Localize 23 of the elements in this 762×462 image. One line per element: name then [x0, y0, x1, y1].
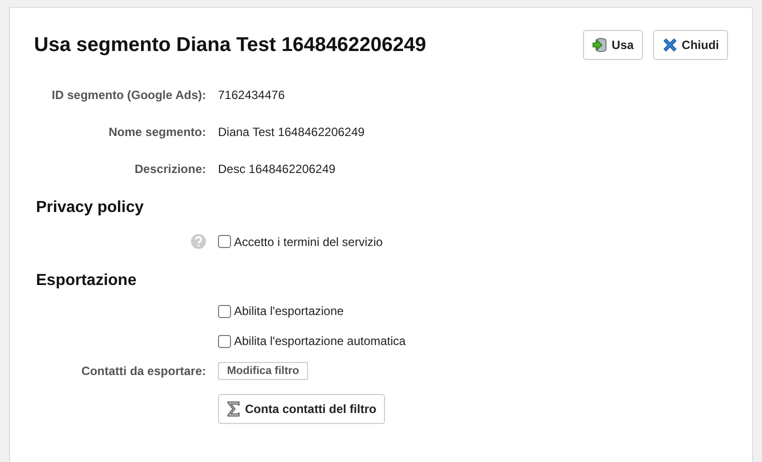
field-value: Diana Test 1648462206249 [218, 124, 365, 138]
field-label: Nome segmento: [108, 124, 207, 138]
use-button[interactable]: Usa [582, 30, 643, 60]
field-value: 7162434476 [218, 88, 285, 102]
close-icon [662, 37, 678, 53]
field-label: ID segmento (Google Ads): [50, 88, 207, 102]
section-heading: Esportazione [36, 272, 138, 290]
field-value: Desc 1648462206249 [218, 162, 336, 176]
checkbox-label: Accetto i termini del servizio [234, 234, 383, 248]
field-label: Contatti da esportare: [80, 364, 207, 378]
count-contacts-button[interactable]: Conta contatti del filtro [218, 394, 386, 424]
close-button[interactable]: Chiudi [652, 30, 728, 60]
page-title: Usa segmento Diana Test 1648462206249 [34, 34, 426, 56]
edit-filter-button[interactable]: Modifica filtro [218, 362, 308, 380]
checkbox[interactable] [218, 304, 231, 318]
database-arrow-icon [592, 37, 608, 53]
checkbox[interactable] [218, 235, 231, 248]
field-label: Descrizione: [134, 162, 207, 176]
sigma-icon [227, 401, 241, 417]
checkbox-label: Abilita l'esportazione [234, 304, 344, 318]
section-heading: Privacy policy [36, 199, 145, 217]
checkbox-label: Abilita l'esportazione automatica [234, 334, 406, 348]
checkbox[interactable] [218, 334, 231, 348]
